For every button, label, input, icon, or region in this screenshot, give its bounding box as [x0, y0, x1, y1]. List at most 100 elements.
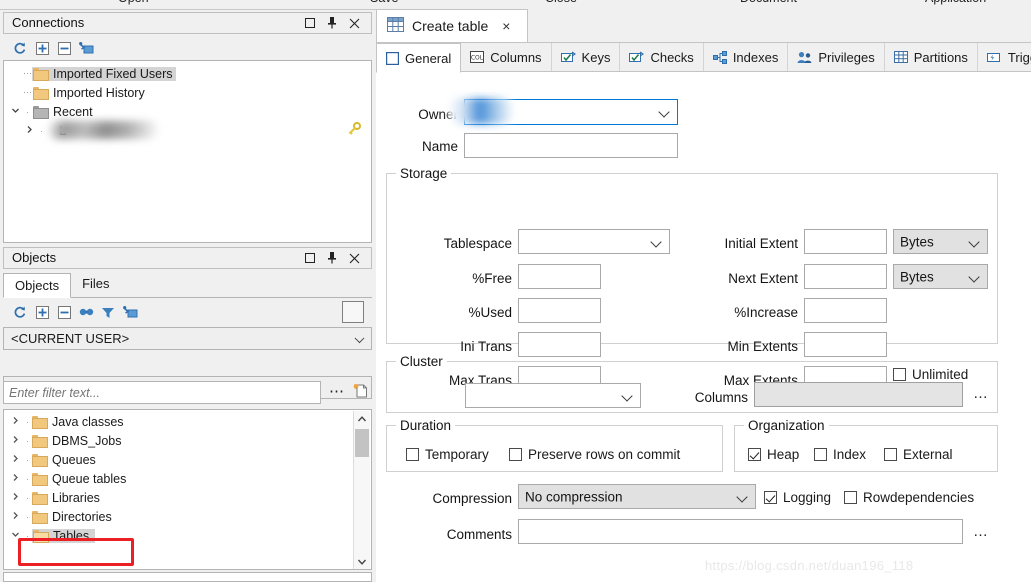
- menu-item-close[interactable]: Close: [545, 0, 577, 5]
- tablespace-select[interactable]: [518, 229, 670, 254]
- tree-item[interactable]: · Queues: [4, 450, 371, 469]
- chevron-right-icon[interactable]: [8, 473, 22, 484]
- expand-all-icon[interactable]: [31, 38, 53, 58]
- chevron-down-icon: [736, 490, 748, 503]
- compression-select[interactable]: No compression: [518, 484, 756, 509]
- tree-item[interactable]: · DBMS_Jobs: [4, 431, 371, 450]
- initial-extent-unit-select[interactable]: Bytes: [893, 229, 988, 254]
- filter-input[interactable]: [3, 381, 321, 404]
- temporary-checkbox[interactable]: Temporary: [406, 447, 489, 462]
- tree-item-label: Tables: [53, 528, 90, 543]
- comments-more-button[interactable]: …: [973, 523, 989, 540]
- toolbar-toggle-button[interactable]: [342, 301, 364, 323]
- pin-icon[interactable]: [324, 15, 340, 31]
- chevron-down-icon[interactable]: [8, 106, 22, 117]
- next-extent-unit-select[interactable]: Bytes: [893, 264, 988, 289]
- cluster-name-select[interactable]: [465, 383, 641, 408]
- tab-partitions[interactable]: Partitions: [885, 43, 978, 71]
- filter-icon[interactable]: [97, 302, 119, 322]
- tab-indexes[interactable]: Indexes: [704, 43, 789, 71]
- tab-files[interactable]: Files: [71, 272, 120, 297]
- checkbox-box: [884, 448, 897, 461]
- new-object-icon[interactable]: [119, 302, 141, 322]
- tab-label: Partitions: [913, 49, 968, 65]
- name-input[interactable]: [464, 133, 678, 158]
- increase-input[interactable]: [804, 298, 887, 323]
- document-tab-create-table[interactable]: Create table ×: [376, 9, 528, 42]
- external-label: External: [903, 447, 953, 462]
- next-extent-label: Next Extent: [728, 271, 798, 286]
- folder-icon: [32, 453, 48, 467]
- tree-item[interactable]: · Libraries: [4, 488, 371, 507]
- logging-checkbox[interactable]: Logging: [764, 490, 831, 505]
- connections-toolbar[interactable]: [3, 36, 372, 60]
- index-checkbox[interactable]: Index: [814, 447, 866, 462]
- expand-all-icon[interactable]: [31, 302, 53, 322]
- pin-icon[interactable]: [324, 250, 340, 266]
- tab-checks[interactable]: Checks: [620, 43, 704, 71]
- cluster-columns-more-button[interactable]: …: [973, 385, 989, 402]
- connections-tree[interactable]: ⋯ Imported Fixed Users ⋯ Imported Histor…: [3, 60, 372, 243]
- scroll-up-icon[interactable]: [354, 411, 370, 427]
- tab-privileges[interactable]: Privileges: [788, 43, 885, 71]
- rowdependencies-checkbox[interactable]: Rowdependencies: [844, 490, 974, 505]
- initial-extent-input[interactable]: [804, 229, 887, 254]
- find-icon[interactable]: [75, 302, 97, 322]
- logging-label: Logging: [783, 490, 832, 505]
- collapse-all-icon[interactable]: [53, 38, 75, 58]
- collapse-all-icon[interactable]: [53, 302, 75, 322]
- heap-checkbox[interactable]: Heap: [748, 447, 799, 462]
- next-extent-input[interactable]: [804, 264, 887, 289]
- tab-columns[interactable]: COL Columns: [461, 43, 552, 71]
- refresh-icon[interactable]: [9, 302, 31, 322]
- chevron-down-icon[interactable]: [8, 530, 22, 541]
- chevron-right-icon[interactable]: [22, 125, 36, 136]
- tree-item[interactable]: · Java classes: [4, 412, 371, 431]
- menu-item-application[interactable]: Application: [925, 0, 986, 5]
- general-tab-strip[interactable]: General COL Columns Keys Checks Indexes …: [376, 43, 1031, 73]
- tree-item[interactable]: ⋯ Imported Fixed Users: [4, 64, 371, 83]
- tree-scrollbar[interactable]: [353, 411, 370, 569]
- refresh-icon[interactable]: [9, 38, 31, 58]
- tab-keys[interactable]: Keys: [552, 43, 621, 71]
- new-connection-icon[interactable]: [75, 38, 97, 58]
- used-input[interactable]: [518, 298, 601, 323]
- menu-item-document[interactable]: Document: [740, 0, 797, 5]
- cluster-columns-input[interactable]: [754, 382, 963, 407]
- ini-trans-input[interactable]: [518, 332, 601, 357]
- current-user-select[interactable]: <CURRENT USER>: [3, 327, 372, 350]
- scrollbar-thumb[interactable]: [355, 429, 369, 457]
- menu-item-save[interactable]: Save: [370, 0, 399, 5]
- tree-item[interactable]: · Directories: [4, 507, 371, 526]
- close-icon[interactable]: [346, 15, 362, 31]
- scroll-down-icon[interactable]: [354, 554, 370, 569]
- chevron-right-icon[interactable]: [8, 435, 22, 446]
- objects-tree[interactable]: · Java classes · DBMS_Jobs · Queues · Qu…: [3, 409, 372, 570]
- external-checkbox[interactable]: External: [884, 447, 953, 462]
- ellipsis-button[interactable]: ⋯: [329, 382, 345, 400]
- chevron-right-icon[interactable]: [8, 492, 22, 503]
- tab-label: Indexes: [732, 49, 779, 65]
- chevron-right-icon[interactable]: [8, 454, 22, 465]
- menu-item-open[interactable]: Open: [118, 0, 149, 5]
- objects-toolbar[interactable]: [3, 299, 372, 325]
- chevron-right-icon[interactable]: [8, 511, 22, 522]
- tree-item[interactable]: · Recent: [4, 102, 371, 121]
- maximize-icon[interactable]: [302, 250, 318, 266]
- tab-triggers[interactable]: Trigg: [978, 43, 1031, 71]
- comments-input[interactable]: [518, 519, 963, 544]
- free-input[interactable]: [518, 264, 601, 289]
- min-extents-input[interactable]: [804, 332, 887, 357]
- close-icon[interactable]: [346, 250, 362, 266]
- new-filter-icon[interactable]: [353, 383, 368, 402]
- tab-objects[interactable]: Objects: [3, 273, 72, 298]
- preserve-rows-checkbox[interactable]: Preserve rows on commit: [509, 447, 680, 462]
- objects-tab-strip[interactable]: Objects Files: [3, 272, 372, 298]
- close-icon[interactable]: ×: [502, 18, 510, 34]
- tree-item[interactable]: · Queue tables: [4, 469, 371, 488]
- maximize-icon[interactable]: [302, 15, 318, 31]
- tab-general[interactable]: General: [376, 43, 462, 73]
- chevron-right-icon[interactable]: [8, 416, 22, 427]
- tree-item[interactable]: ⋯ Imported History: [4, 83, 371, 102]
- tree-item[interactable]: · Tables: [4, 526, 371, 545]
